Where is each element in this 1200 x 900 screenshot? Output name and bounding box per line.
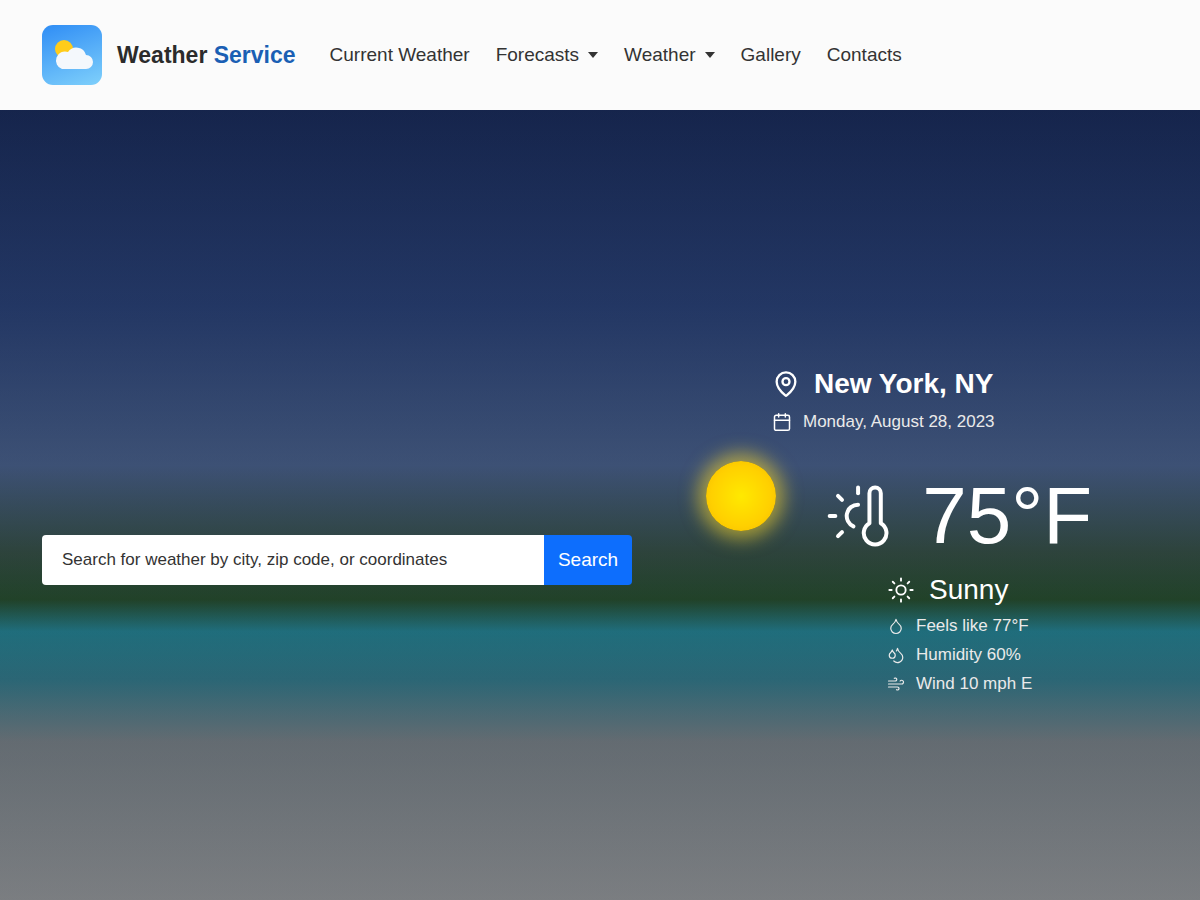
logo-mark — [42, 25, 102, 85]
header: Weather Service Current Weather Forecasts W… — [0, 0, 1200, 110]
sun-icon — [706, 461, 776, 531]
detail-item: Humidity 60% — [887, 645, 1092, 665]
sunny-icon — [887, 576, 915, 604]
hero-photo: Search New York, NY Monday, August 28, 202… — [0, 110, 1200, 900]
weather-heading: New York, NY Monday, August 28, 2023 — [772, 368, 1092, 432]
nav-item[interactable]: Forecasts — [496, 44, 598, 66]
logo[interactable]: Weather Service — [42, 25, 296, 85]
temperature: 75°F — [922, 476, 1092, 556]
search-form: Search — [42, 535, 632, 585]
date: Monday, August 28, 2023 — [803, 412, 995, 432]
map-pin-icon — [772, 370, 800, 398]
search-input[interactable] — [42, 535, 544, 585]
search-button[interactable]: Search — [544, 535, 632, 585]
caret-icon — [705, 52, 715, 58]
detail-list: Feels like 77°F Humidity 60% Wind 10 mph E — [887, 616, 1092, 694]
condition: Sunny — [929, 574, 1008, 606]
thermometer-icon — [824, 474, 892, 558]
wind-icon — [887, 675, 905, 693]
temperature-row: 75°F — [692, 474, 1092, 558]
logo-icon — [50, 37, 94, 73]
location: New York, NY — [814, 368, 993, 400]
nav-item[interactable]: Gallery — [741, 44, 801, 66]
detail-item: Wind 10 mph E — [887, 674, 1092, 694]
brand-name: Weather Service — [117, 42, 296, 69]
detail-item: Feels like 77°F — [887, 616, 1092, 636]
main-nav: Current Weather Forecasts Weather Gallery Co… — [330, 44, 902, 66]
nav-item[interactable]: Current Weather — [330, 44, 470, 66]
brand-accent: Service — [214, 42, 296, 68]
page: Weather Service Current Weather Forecasts W… — [0, 0, 1200, 900]
calendar-icon — [772, 412, 792, 432]
humidity-icon — [887, 646, 905, 664]
weather-panel: New York, NY Monday, August 28, 2023 75°F S… — [692, 368, 1092, 694]
caret-icon — [588, 52, 598, 58]
weather-details: Sunny Feels like 77°F Humidity 60% Wind 10 … — [887, 574, 1092, 694]
feels-icon — [887, 617, 905, 635]
nav-item[interactable]: Weather — [624, 44, 714, 66]
nav-item[interactable]: Contacts — [827, 44, 902, 66]
